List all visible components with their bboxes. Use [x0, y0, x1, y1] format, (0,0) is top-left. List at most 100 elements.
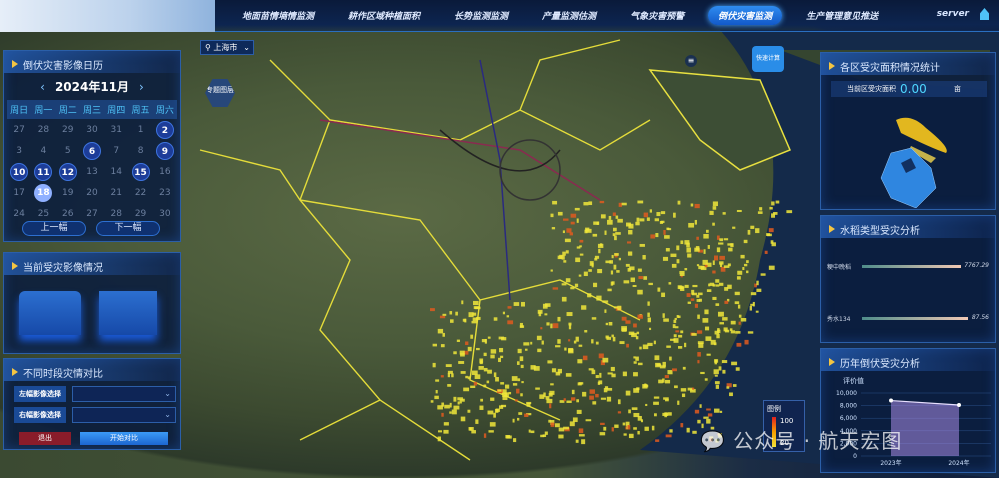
calendar-day[interactable]: 30: [153, 203, 177, 224]
compare-panel: 不同时段灾情对比 左幅影像选择 ⌄ 右幅影像选择 ⌄ 退出 开始对比: [3, 358, 181, 450]
day-number: 10: [10, 162, 29, 181]
day-number: 26: [61, 208, 74, 219]
calendar-day[interactable]: 29: [56, 119, 80, 140]
user-icon[interactable]: [980, 8, 989, 20]
weekday-header: 周一: [31, 100, 56, 119]
calendar-day[interactable]: 17: [7, 182, 31, 203]
username[interactable]: server: [937, 9, 969, 19]
day-number: 28: [37, 124, 50, 135]
nav-tab[interactable]: 倒伏灾害监测: [708, 6, 783, 25]
calendar-day-with-image[interactable]: 15: [128, 161, 152, 182]
calendar-day[interactable]: 19: [56, 182, 80, 203]
day-number: 27: [86, 208, 98, 219]
panel-title: 当前受灾影像情况: [23, 262, 103, 274]
day-number: 30: [86, 124, 98, 135]
calendar-day[interactable]: 23: [153, 182, 177, 203]
data-point[interactable]: [957, 402, 961, 407]
calendar-day[interactable]: 30: [80, 119, 104, 140]
day-number: 25: [37, 208, 50, 219]
data-point[interactable]: [889, 398, 893, 403]
calendar-day-with-image[interactable]: 9: [153, 140, 177, 161]
calendar-day[interactable]: 16: [153, 161, 177, 182]
calendar-day[interactable]: 20: [80, 182, 104, 203]
y-tick-label: 8,000: [840, 403, 857, 410]
legend-max: 100: [780, 417, 794, 425]
calendar-day[interactable]: 31: [104, 119, 128, 140]
weekday-header: 周四: [104, 100, 129, 119]
day-number: 12: [58, 162, 77, 181]
next-image-button[interactable]: 下一幅: [96, 221, 160, 236]
right-image-select[interactable]: ⌄: [72, 407, 176, 423]
variety-name: 秀水134: [827, 316, 851, 323]
day-number: 29: [134, 208, 147, 219]
title-arrow-icon: [12, 368, 18, 376]
stat-card-right: [99, 291, 157, 335]
calendar-day-with-image[interactable]: 10: [7, 161, 31, 182]
chevron-down-icon: ⌄: [243, 43, 250, 52]
exit-button[interactable]: 退出: [19, 432, 71, 445]
day-number: 6: [82, 141, 101, 160]
title-arrow-icon: [829, 225, 835, 233]
calendar-day[interactable]: 28: [31, 119, 55, 140]
nav-tab[interactable]: 气象灾害预警: [620, 6, 694, 25]
day-number: 3: [16, 145, 22, 156]
district-map[interactable]: [871, 108, 961, 208]
y-tick-label: 10,000: [836, 390, 857, 397]
nav-tab[interactable]: 地面苗情墒情监测: [232, 6, 324, 25]
calendar-day[interactable]: 3: [7, 140, 31, 161]
x-tick-label: 2023年: [880, 459, 901, 467]
variety-bar-row: 粳中晚稻 7767.29: [827, 262, 989, 271]
nav-tab[interactable]: 长势监测监测: [444, 6, 518, 25]
nav-tab[interactable]: 产量监测估测: [532, 6, 606, 25]
variety-bar: [862, 265, 961, 268]
day-number: 5: [64, 145, 71, 156]
y-tick-label: 0: [853, 453, 857, 460]
calendar-day[interactable]: 8: [128, 140, 152, 161]
right-image-label: 右幅影像选择: [14, 407, 66, 423]
day-number: 18: [34, 183, 53, 202]
city-label: 上海市: [213, 43, 238, 52]
variety-panel: 水稻类型受灾分析 粳中晚稻 7767.29 秀水134 87.56: [820, 215, 996, 343]
next-month-button[interactable]: ›: [139, 80, 144, 94]
area-value: 0.00: [900, 82, 927, 96]
calendar-day[interactable]: 27: [7, 119, 31, 140]
start-compare-button[interactable]: 开始对比: [80, 432, 168, 445]
calendar-day[interactable]: 4: [31, 140, 55, 161]
weekday-header: 周五: [128, 100, 153, 119]
history-chart: 评价值10,0008,0006,0004,0002,00002023年 2024年: [836, 376, 991, 467]
day-number: 20: [86, 187, 98, 198]
nav-tab[interactable]: 耕作区域种植面积: [338, 6, 430, 25]
day-number: 1: [137, 124, 144, 135]
day-number: 30: [159, 208, 171, 219]
title-arrow-icon: [829, 62, 835, 70]
prev-month-button[interactable]: ‹: [40, 80, 45, 94]
panel-title: 历年倒伏受灾分析: [840, 358, 920, 370]
variety-bar: [862, 317, 968, 320]
title-arrow-icon: [12, 60, 18, 68]
calendar-day-selected[interactable]: 18: [31, 182, 55, 203]
calendar-day[interactable]: 7: [104, 140, 128, 161]
calendar-day[interactable]: 5: [56, 140, 80, 161]
calendar-day-with-image[interactable]: 2: [153, 119, 177, 140]
city-select[interactable]: ⚲ 上海市 ⌄: [200, 40, 254, 55]
calendar-day[interactable]: 22: [128, 182, 152, 203]
panel-title: 水稻类型受灾分析: [840, 225, 920, 237]
variety-value: 7767.29: [964, 262, 989, 269]
calendar-day[interactable]: 21: [104, 182, 128, 203]
day-number: 19: [61, 187, 74, 198]
prev-image-button[interactable]: 上一幅: [22, 221, 86, 236]
calendar-day[interactable]: 14: [104, 161, 128, 182]
layers-icon[interactable]: ≡: [685, 55, 697, 67]
calendar-day-with-image[interactable]: 6: [80, 140, 104, 161]
calendar-day-with-image[interactable]: 12: [56, 161, 80, 182]
day-number: 22: [134, 187, 147, 198]
left-image-select[interactable]: ⌄: [72, 386, 176, 402]
calendar-day[interactable]: 1: [128, 119, 152, 140]
nav-tab[interactable]: 生产管理意见推送: [796, 6, 888, 25]
weekday-header: 周三: [79, 100, 105, 119]
calendar-day[interactable]: 13: [80, 161, 104, 182]
day-number: 13: [86, 166, 98, 177]
calendar-day-with-image[interactable]: 11: [31, 161, 55, 182]
calendar-panel: 倒伏灾害影像日历 ‹ 2024年11月 › 周日 周一 周二 周三 周四 周五 周六 27 28 29…: [3, 50, 181, 242]
quick-calc-button[interactable]: 快速计算: [752, 46, 784, 72]
